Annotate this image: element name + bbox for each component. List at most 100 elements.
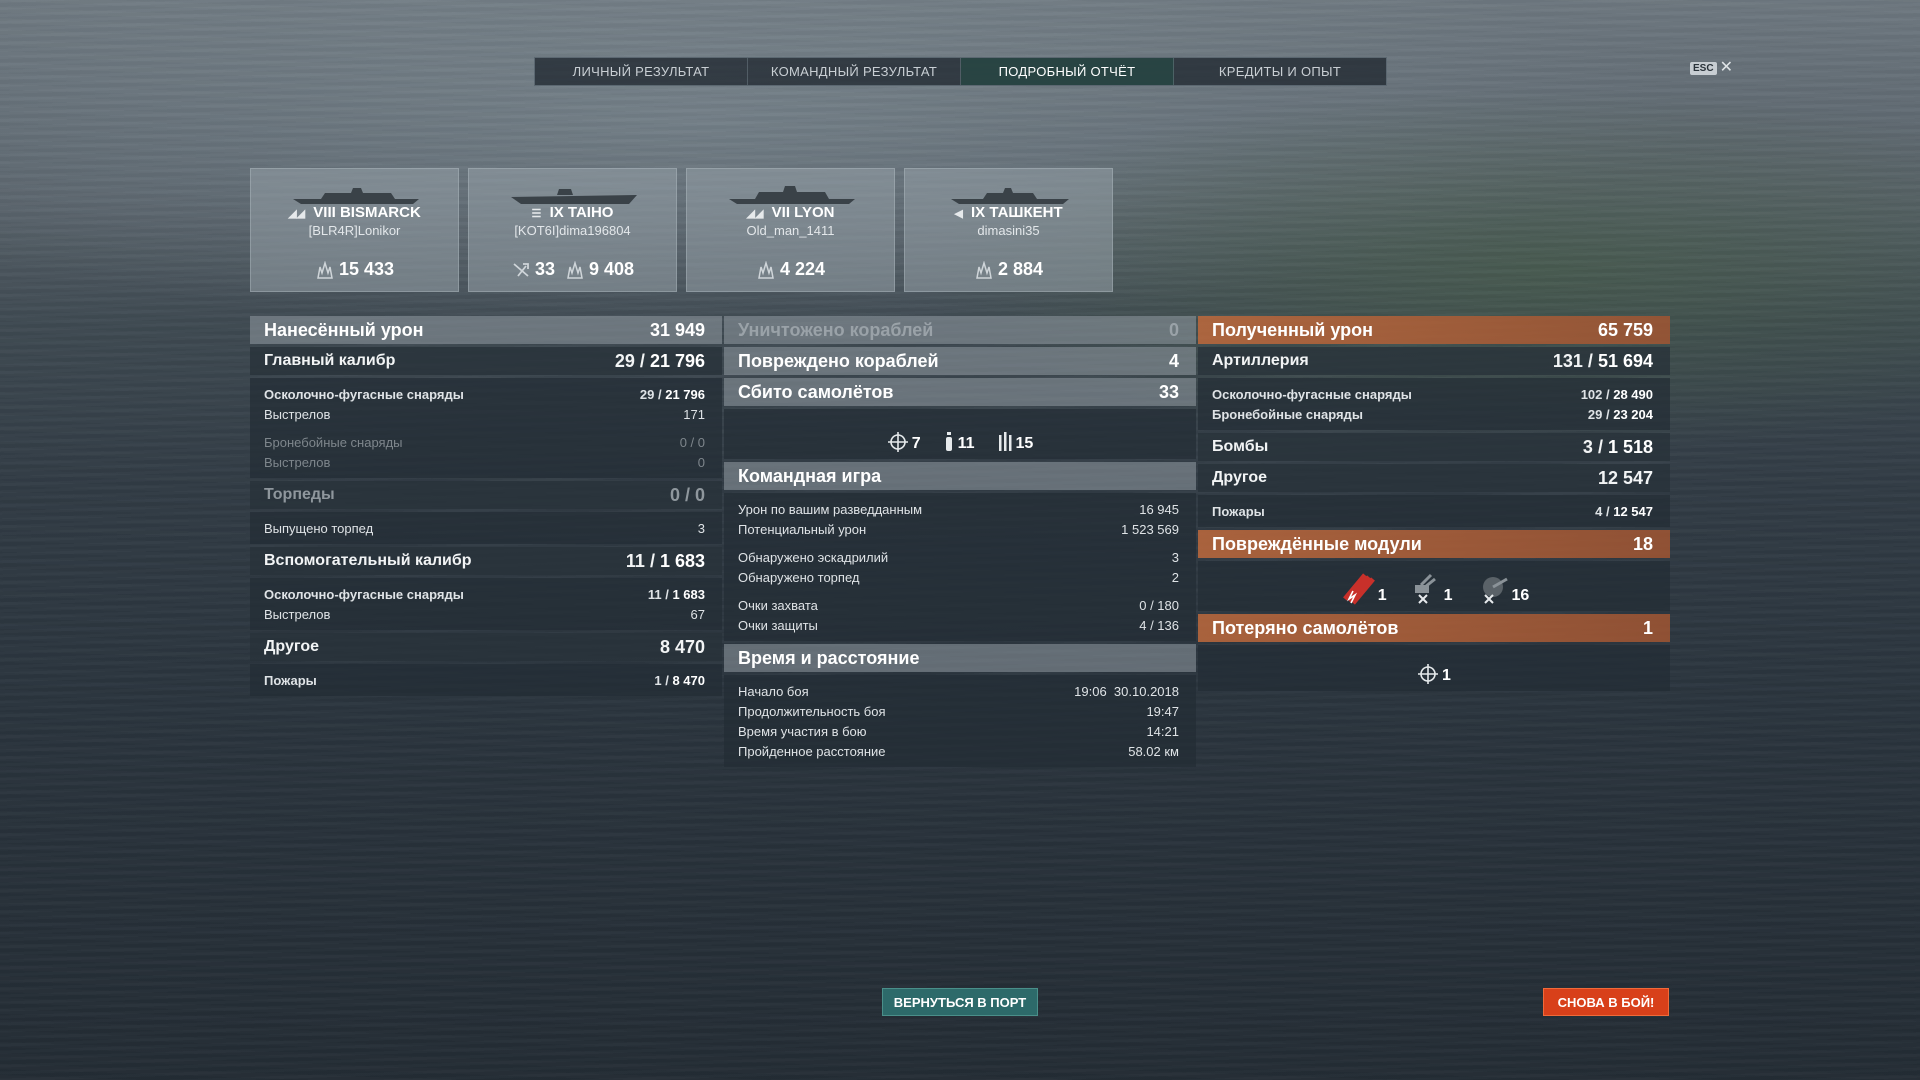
ship-name: ◢◢ VII LYON xyxy=(687,204,894,221)
hits: 3 xyxy=(1582,436,1593,457)
value: 67 xyxy=(690,606,705,622)
other-damage-row: Другое 8 470 xyxy=(250,633,722,661)
player-name: [BLR4R]Lonikor xyxy=(308,223,401,238)
torpedoes-fired-row: Выпущено торпед 3 xyxy=(250,518,722,538)
value: 15 xyxy=(1015,435,1034,452)
value: 7 xyxy=(911,435,921,452)
ship-card: ◀ IX ТАШКЕНТ dimasini35 2 884 xyxy=(904,168,1113,292)
damage: 28 490 xyxy=(1613,386,1653,402)
carrier-icon: ☰ xyxy=(531,208,542,220)
bombs-row: Бомбы 3 / 1 518 xyxy=(1198,433,1670,461)
ap-shells-row: Бронебойные снаряды 0 / 0 xyxy=(250,432,722,452)
label: Обнаружено торпед xyxy=(738,569,860,585)
value: 12 547 xyxy=(1597,467,1653,488)
value: 131 / 51 694 xyxy=(1552,350,1653,371)
fires-row: Пожары 4 / 12 547 xyxy=(1198,501,1670,521)
damage-dealt-panel: Нанесённый урон 31 949 Главный калибр 29… xyxy=(250,316,722,699)
value: 29 / 21 796 xyxy=(614,350,705,371)
planes-shot-icon xyxy=(513,262,529,277)
close-icon[interactable]: ✕ xyxy=(1720,60,1733,76)
damage-stat: 9 408 xyxy=(565,259,634,280)
battleship-icon: ◢◢ xyxy=(746,208,764,220)
damage: 23 204 xyxy=(1613,406,1653,422)
damage-received-header: Полученный урон 65 759 xyxy=(1198,316,1670,344)
player-name: [KOT6I]dima196804 xyxy=(514,223,631,238)
damage-icon xyxy=(976,260,992,279)
value: 33 xyxy=(1158,381,1179,402)
damage-stat: 2 884 xyxy=(974,259,1043,280)
label: Артиллерия xyxy=(1212,352,1309,369)
team-stats-panel: Уничтожено кораблей 0 Повреждено корабле… xyxy=(724,316,1196,770)
tab-detailed-report[interactable]: ПОДРОБНЫЙ ОТЧЁТ xyxy=(961,58,1174,85)
label: Время участия в бою xyxy=(738,723,867,739)
ship-stats: 15 433 xyxy=(251,259,458,280)
value: 11 xyxy=(957,435,975,452)
ship-card: ◢◢ VIII BISMARCK [BLR4R]Lonikor 15 433 xyxy=(250,168,459,292)
ship-stats: 2 884 xyxy=(905,259,1112,280)
value: 19:06 30.10.2018 xyxy=(1074,683,1179,699)
ship-name: ◢◢ VIII BISMARCK xyxy=(251,204,458,221)
label: Осколочно-фугасные снаряды xyxy=(1212,386,1412,402)
close-control[interactable]: ESC ✕ xyxy=(1690,60,1733,76)
battle-duration-row: Продолжительность боя 19:47 xyxy=(724,701,1196,721)
battle-again-button[interactable]: СНОВА В БОЙ! xyxy=(1543,988,1669,1016)
module-types-row: 1 1 16 xyxy=(1198,561,1670,611)
label: Выпущено торпед xyxy=(264,520,374,536)
hits: 1 xyxy=(654,672,662,688)
other-received-row: Другое 12 547 xyxy=(1198,464,1670,492)
planes-shot-stat: 33 xyxy=(511,259,555,280)
torpedo-bombers-stat: 15 xyxy=(997,431,1034,453)
ship-title: LYON xyxy=(794,204,835,221)
value: 11 / 1 683 xyxy=(625,550,705,571)
damage-stat: 15 433 xyxy=(315,259,394,280)
damage: 8 470 xyxy=(672,672,705,688)
label: Командная игра xyxy=(738,465,882,486)
label: Выстрелов xyxy=(264,406,331,422)
shots-row: Выстрелов 0 xyxy=(250,452,722,472)
return-to-port-button[interactable]: ВЕРНУТЬСЯ В ПОРТ xyxy=(882,988,1038,1016)
time-distance-header: Время и расстояние xyxy=(724,644,1196,672)
damage: 21 796 xyxy=(665,386,705,402)
torpedoes-row: Торпеды 0 / 0 xyxy=(250,481,722,509)
main-battery-details: Осколочно-фугасные снаряды 29 / 21 796 В… xyxy=(250,378,722,478)
tab-credits-xp[interactable]: КРЕДИТЫ И ОПЫТ xyxy=(1174,58,1386,85)
damage-icon xyxy=(317,260,333,279)
torpedo-details: Выпущено торпед 3 xyxy=(250,512,722,544)
label: Пожары xyxy=(264,672,317,688)
label: Пожары xyxy=(1212,503,1265,519)
value: 58.02 км xyxy=(1128,743,1179,759)
value: 3 xyxy=(697,520,705,536)
torpedo-bomber-icon xyxy=(998,432,1012,451)
value: 171 xyxy=(683,406,705,422)
damage-icon xyxy=(758,260,774,279)
capture-points-row: Очки захвата 0 / 180 xyxy=(724,595,1196,615)
value: 31 949 xyxy=(649,319,705,340)
label: Другое xyxy=(1212,469,1267,486)
other-details: Пожары 1 / 8 470 xyxy=(250,664,722,696)
value: 1 xyxy=(1442,667,1451,684)
label: Главный калибр xyxy=(264,352,396,369)
teamwork-header: Командная игра xyxy=(724,462,1196,490)
other-received-details: Пожары 4 / 12 547 xyxy=(1198,495,1670,527)
ship-title: BISMARCK xyxy=(339,204,421,221)
damage-value: 9 408 xyxy=(588,259,635,279)
hits: 11 xyxy=(647,586,662,602)
ship-title: TAIHO xyxy=(567,204,614,221)
value: 19:47 xyxy=(1146,703,1179,719)
tab-personal-result[interactable]: ЛИЧНЫЙ РЕЗУЛЬТАТ xyxy=(535,58,748,85)
value: 11 / 1 683 xyxy=(647,586,705,602)
he-shells-row: Осколочно-фугасные снаряды 29 / 21 796 xyxy=(250,384,722,404)
value: 1 xyxy=(1642,617,1653,638)
label: Урон по вашим разведданным xyxy=(738,501,923,517)
hits: 102 xyxy=(1580,386,1603,402)
label: Бронебойные снаряды xyxy=(1212,406,1363,422)
tab-team-result[interactable]: КОМАНДНЫЙ РЕЗУЛЬТАТ xyxy=(748,58,961,85)
label: Обнаружено эскадрилий xyxy=(738,549,889,565)
label: Полученный урон xyxy=(1212,319,1373,340)
value: 8 470 xyxy=(659,636,705,657)
ship-stats: 33 9 408 xyxy=(469,259,676,280)
value: 1 xyxy=(1377,587,1387,604)
damage: 21 796 xyxy=(649,350,705,371)
value: 0 / 0 xyxy=(679,434,705,450)
time-distance-details: Начало боя 19:06 30.10.2018 Продолжитель… xyxy=(724,675,1196,767)
